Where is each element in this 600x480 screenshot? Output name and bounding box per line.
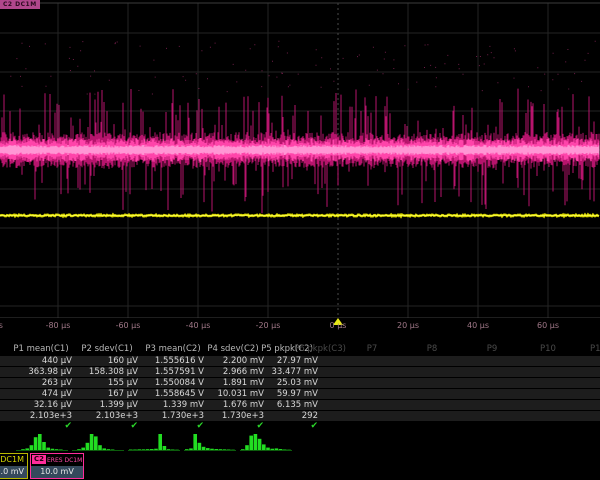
c2-trace-label[interactable]: C2 DC1M	[0, 0, 40, 9]
stat-value: 59.97 mV	[248, 389, 318, 399]
c2-channel-descriptor[interactable]: C2ERES DC1M 10.0 mV	[30, 453, 84, 479]
param-header-unused[interactable]: P6 pkpk(C3)	[294, 344, 346, 354]
graticule-area	[0, 0, 600, 318]
axis-tick-label: 20 µs	[397, 321, 419, 330]
axis-tick-label: 60 µs	[537, 321, 559, 330]
status-row: ✔ ✔ ✔ ✔ ✔	[0, 421, 600, 431]
axis-tick-label: 40 µs	[467, 321, 489, 330]
param-header[interactable]: P2 sdev(C1)	[76, 344, 138, 354]
table-row: 440 µV160 µV1.555616 V2.200 mV27.97 mV	[0, 355, 600, 366]
stat-value: 33.477 mV	[248, 367, 318, 377]
histicon-p2[interactable]	[70, 431, 126, 452]
param-header-unused[interactable]: P11	[590, 344, 600, 354]
histicon-p5[interactable]	[238, 431, 294, 452]
param-header-unused[interactable]: P7	[367, 344, 378, 354]
stat-value: 292	[248, 411, 318, 421]
c1-coupling-label: DC1M	[0, 454, 27, 466]
stat-value: 160 µV	[68, 356, 138, 366]
stat-value: 155 µV	[68, 378, 138, 388]
c2-scale-value: 10.0 mV	[31, 466, 83, 478]
status-check-icon: ✔	[184, 421, 204, 431]
stat-value: 440 µV	[2, 356, 72, 366]
param-header[interactable]: P1 mean(C1)	[10, 344, 72, 354]
stat-value: 474 µV	[2, 389, 72, 399]
status-check-icon: ✔	[118, 421, 138, 431]
axis-tick-label: -40 µs	[186, 321, 211, 330]
stat-value: 158.308 µV	[68, 367, 138, 377]
stat-value: 32.16 µV	[2, 400, 72, 410]
status-check-icon: ✔	[52, 421, 72, 431]
stat-value: 2.103e+3	[68, 411, 138, 421]
axis-tick-label: -100 µs	[0, 321, 3, 330]
stat-value: 27.97 mV	[248, 356, 318, 366]
axis-tick-label: 0 µs	[330, 321, 347, 330]
param-header[interactable]: P3 mean(C2)	[142, 344, 204, 354]
histicon-p3[interactable]	[126, 431, 182, 452]
stat-value: 25.03 mV	[248, 378, 318, 388]
table-row: 2.103e+32.103e+31.730e+31.730e+3292	[0, 410, 600, 421]
measurement-histicons	[0, 431, 600, 452]
status-check-icon: ✔	[244, 421, 264, 431]
status-check-icon: ✔	[298, 421, 318, 431]
histicon-p4[interactable]	[182, 431, 238, 452]
table-row: 32.16 µV1.399 µV1.339 mV1.676 mV6.135 mV	[0, 399, 600, 410]
c2-coupling-label: ERES DC1M	[47, 457, 82, 464]
stat-value: 2.103e+3	[2, 411, 72, 421]
param-header[interactable]: P4 sdev(C2)	[202, 344, 264, 354]
stat-value: 1.399 µV	[68, 400, 138, 410]
param-header-unused[interactable]: P10	[540, 344, 556, 354]
axis-tick-label: -80 µs	[46, 321, 71, 330]
descriptor-bar: DC1M 10.0 mV C2ERES DC1M 10.0 mV + HD 12…	[0, 452, 600, 480]
oscilloscope-screen: C2 DC1M -100 µs -80 µs -60 µs -40 µs -20 µs 0…	[0, 0, 600, 480]
param-header-unused[interactable]: P8	[427, 344, 438, 354]
table-header-row: P1 mean(C1) P2 sdev(C1) P3 mean(C2)P4 sdev…	[0, 344, 600, 354]
table-row: 363.98 µV158.308 µV1.557591 V2.966 mV33.…	[0, 366, 600, 377]
measurement-table: P1 mean(C1) P2 sdev(C1) P3 mean(C2)P4 sdev…	[0, 344, 600, 431]
stat-value: 6.135 mV	[248, 400, 318, 410]
table-row: 474 µV167 µV1.558645 V10.031 mV59.97 mV	[0, 388, 600, 399]
c2-top-row: C2ERES DC1M	[31, 454, 83, 466]
stat-value: 167 µV	[68, 389, 138, 399]
waveform-plot	[0, 0, 600, 318]
time-axis: -100 µs -80 µs -60 µs -40 µs -20 µs 0 µs 20 µs…	[0, 318, 600, 334]
c2-channel-badge: C2	[32, 455, 46, 464]
stat-value: 363.98 µV	[2, 367, 72, 377]
param-header-unused[interactable]: P9	[487, 344, 498, 354]
c1-scale-value: 10.0 mV	[0, 466, 27, 478]
stat-value: 263 µV	[2, 378, 72, 388]
histicon-p1[interactable]	[14, 431, 70, 452]
c1-channel-descriptor[interactable]: DC1M 10.0 mV	[0, 453, 28, 479]
table-row: 263 µV155 µV1.550084 V1.891 mV25.03 mV	[0, 377, 600, 388]
axis-tick-label: -60 µs	[116, 321, 141, 330]
axis-tick-label: -20 µs	[256, 321, 281, 330]
